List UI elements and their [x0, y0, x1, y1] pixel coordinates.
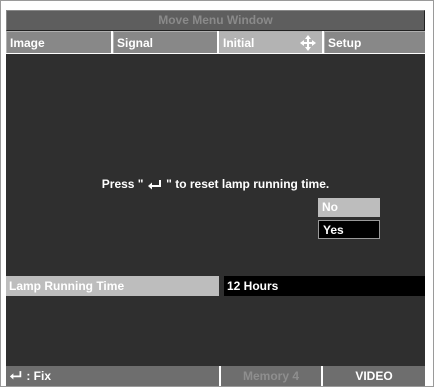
fix-label: : Fix [26, 369, 52, 383]
menu-tabs: Image Signal Initial Setup [6, 31, 425, 66]
move-arrows-icon [300, 35, 316, 51]
lamp-running-time-label: Lamp Running Time [6, 276, 219, 296]
message-prefix: Press " [101, 177, 144, 191]
menu-window: Move Menu Window Image Signal Initial Se… [0, 0, 434, 387]
memory-indicator: Memory 4 [221, 366, 321, 386]
enter-icon [9, 371, 22, 380]
status-bar: : Fix Memory 4 VIDEO [6, 366, 425, 386]
tab-initial[interactable]: Initial [219, 31, 322, 66]
message-suffix: " to reset lamp running time. [166, 177, 330, 191]
fix-hint: : Fix [6, 366, 219, 386]
tab-setup[interactable]: Setup [324, 31, 425, 53]
tab-label: Initial [223, 36, 255, 50]
window-title: Move Menu Window [6, 10, 425, 31]
menu-content-panel: Press " " to reset lamp running time. No… [6, 54, 425, 366]
source-indicator: VIDEO [323, 366, 425, 386]
tab-label: Image [10, 36, 45, 50]
lamp-running-time-value: 12 Hours [224, 276, 425, 296]
tab-label: Signal [117, 36, 154, 50]
tab-label: Setup [328, 36, 362, 50]
tab-signal[interactable]: Signal [113, 31, 217, 53]
reset-lamp-message: Press " " to reset lamp running time. [6, 177, 425, 191]
enter-icon [147, 179, 161, 190]
tab-image[interactable]: Image [6, 31, 111, 53]
option-no[interactable]: No [318, 198, 380, 217]
option-yes[interactable]: Yes [318, 220, 380, 239]
